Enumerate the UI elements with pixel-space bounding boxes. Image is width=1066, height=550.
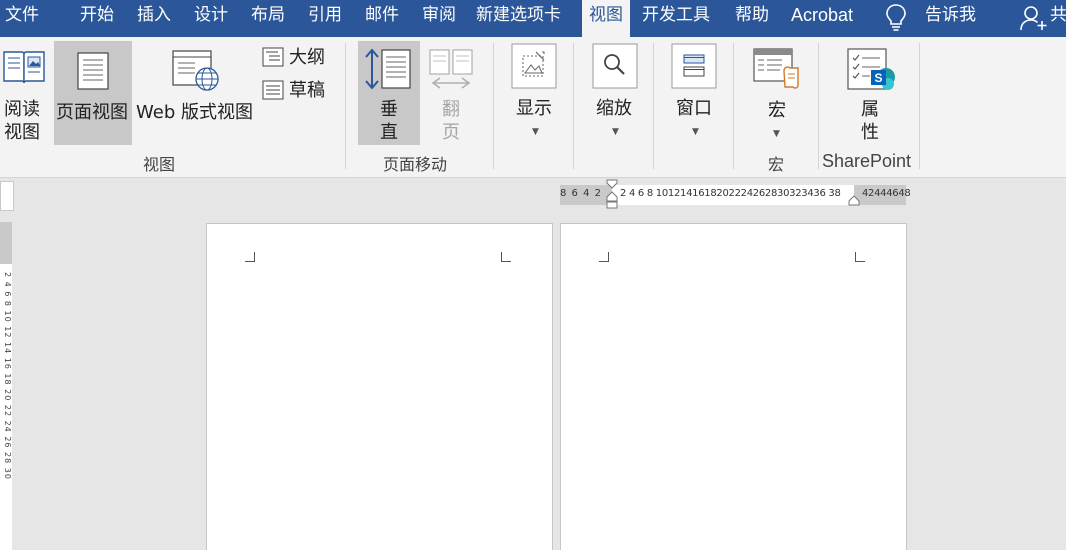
outline-icon <box>262 47 284 67</box>
share-button[interactable]: 共 <box>1050 0 1066 37</box>
side-to-side-icon <box>428 47 474 91</box>
chevron-down-icon: ▼ <box>692 127 699 137</box>
group-separator <box>345 43 346 169</box>
ruler-tab-selector[interactable] <box>0 181 14 211</box>
draft-button[interactable]: 草稿 <box>260 77 330 105</box>
ribbon-panel: 阅读 视图 页面视图 Web 版式视图 大纲 草稿 视图 垂 直 翻 页 页面移… <box>0 37 1066 178</box>
vertical-ruler[interactable]: 2 4 6 8 10 12 14 16 18 20 22 24 26 28 30 <box>0 222 12 550</box>
tab-help[interactable]: 帮助 <box>735 0 769 37</box>
web-layout-label: Web 版式视图 <box>136 102 253 123</box>
tab-review[interactable]: 审阅 <box>422 0 456 37</box>
draft-label: 草稿 <box>289 80 325 101</box>
macros-button-label: 宏 <box>768 100 786 121</box>
draft-icon <box>262 80 284 100</box>
tab-acrobat[interactable]: Acrobat <box>791 0 853 37</box>
print-layout-label: 页面视图 <box>56 102 128 123</box>
window-icon <box>671 43 717 89</box>
vertical-scroll-icon <box>364 47 414 91</box>
web-layout-button[interactable]: Web 版式视图 <box>134 41 256 145</box>
vertical-label-1: 垂 <box>380 99 398 120</box>
chevron-down-icon: ▼ <box>612 127 619 137</box>
tab-new-tab[interactable]: 新建选项卡 <box>476 0 561 37</box>
tab-references[interactable]: 引用 <box>308 0 342 37</box>
properties-label-1: 属 <box>861 99 879 120</box>
crop-mark-top-left <box>245 252 255 262</box>
vertical-label-2: 直 <box>380 122 398 143</box>
properties-button[interactable]: S 属 性 <box>840 41 900 145</box>
tab-design[interactable]: 设计 <box>194 0 228 37</box>
document-page[interactable] <box>560 223 907 550</box>
tab-mailings[interactable]: 邮件 <box>365 0 399 37</box>
svg-text:S: S <box>875 71 883 85</box>
read-mode-button[interactable]: 阅读 视图 <box>0 41 48 145</box>
tab-insert[interactable]: 插入 <box>137 0 171 37</box>
zoom-label: 缩放 <box>596 98 632 119</box>
vertical-ruler-numbers: 2 4 6 8 10 12 14 16 18 20 22 24 26 28 30 <box>3 272 12 480</box>
outline-label: 大纲 <box>289 47 325 68</box>
share-person-icon[interactable] <box>1020 5 1048 31</box>
magnifier-icon <box>592 43 638 89</box>
tab-file[interactable]: 文件 <box>5 0 39 37</box>
outline-button[interactable]: 大纲 <box>260 44 330 72</box>
group-separator <box>493 43 494 169</box>
sharepoint-properties-icon: S <box>846 47 896 95</box>
group-label-sharepoint: SharePoint <box>822 151 912 171</box>
tab-view[interactable]: 视图 <box>582 0 630 37</box>
group-separator <box>653 43 654 169</box>
group-separator <box>818 43 819 169</box>
web-page-icon <box>171 49 221 93</box>
crop-mark-top-right <box>855 252 865 262</box>
group-separator <box>919 43 920 169</box>
ruler-numbers-right: 42444648 <box>862 188 911 199</box>
book-icon <box>2 47 46 87</box>
crop-mark-top-left <box>599 252 609 262</box>
ruler-numbers: 2 4 6 8 1012141618202224262830323436 38 <box>620 188 841 199</box>
side-to-side-button[interactable]: 翻 页 <box>424 41 478 145</box>
tab-layout[interactable]: 布局 <box>251 0 285 37</box>
document-page[interactable] <box>206 223 553 550</box>
chevron-down-icon: ▼ <box>532 127 539 137</box>
vertical-ruler-top-margin <box>0 222 12 264</box>
ribbon-tab-bar: 文件 开始 插入 设计 布局 引用 邮件 审阅 新建选项卡 视图 开发工具 帮助… <box>0 0 1066 37</box>
show-button[interactable]: 显示 ▼ <box>505 41 565 145</box>
indent-marker-icon[interactable] <box>606 179 618 211</box>
group-label-page-movement: 页面移动 <box>383 155 448 174</box>
tab-developer[interactable]: 开发工具 <box>642 0 710 37</box>
read-mode-label-2: 视图 <box>4 122 40 143</box>
group-separator <box>573 43 574 169</box>
macros-button[interactable]: 宏 ▼ <box>748 41 806 145</box>
tab-home[interactable]: 开始 <box>80 0 114 37</box>
chevron-down-icon: ▼ <box>773 129 780 139</box>
crop-mark-top-right <box>501 252 511 262</box>
window-button[interactable]: 窗口 ▼ <box>665 41 725 145</box>
right-indent-marker-icon[interactable] <box>848 195 860 207</box>
side-to-side-label-1: 翻 <box>442 99 460 120</box>
show-icon <box>511 43 557 89</box>
macro-icon <box>752 47 802 91</box>
properties-label-2: 性 <box>861 122 879 143</box>
group-separator <box>733 43 734 169</box>
tell-me-search[interactable]: 告诉我 <box>925 0 976 37</box>
group-label-views: 视图 <box>143 155 176 174</box>
print-layout-button[interactable]: 页面视图 <box>54 41 132 145</box>
lightbulb-icon[interactable] <box>885 3 907 31</box>
window-label: 窗口 <box>676 98 712 119</box>
show-label: 显示 <box>516 98 552 119</box>
page-icon <box>76 51 110 91</box>
group-label-macros: 宏 <box>768 155 785 174</box>
vertical-page-movement-button[interactable]: 垂 直 <box>358 41 420 145</box>
zoom-button[interactable]: 缩放 ▼ <box>585 41 645 145</box>
side-to-side-label-2: 页 <box>442 122 460 143</box>
horizontal-ruler[interactable]: 8 6 4 2 2 4 6 8 101214161820222426283032… <box>560 179 911 209</box>
ruler-numbers-left: 8 6 4 2 <box>560 188 602 199</box>
read-mode-label-1: 阅读 <box>4 99 40 120</box>
